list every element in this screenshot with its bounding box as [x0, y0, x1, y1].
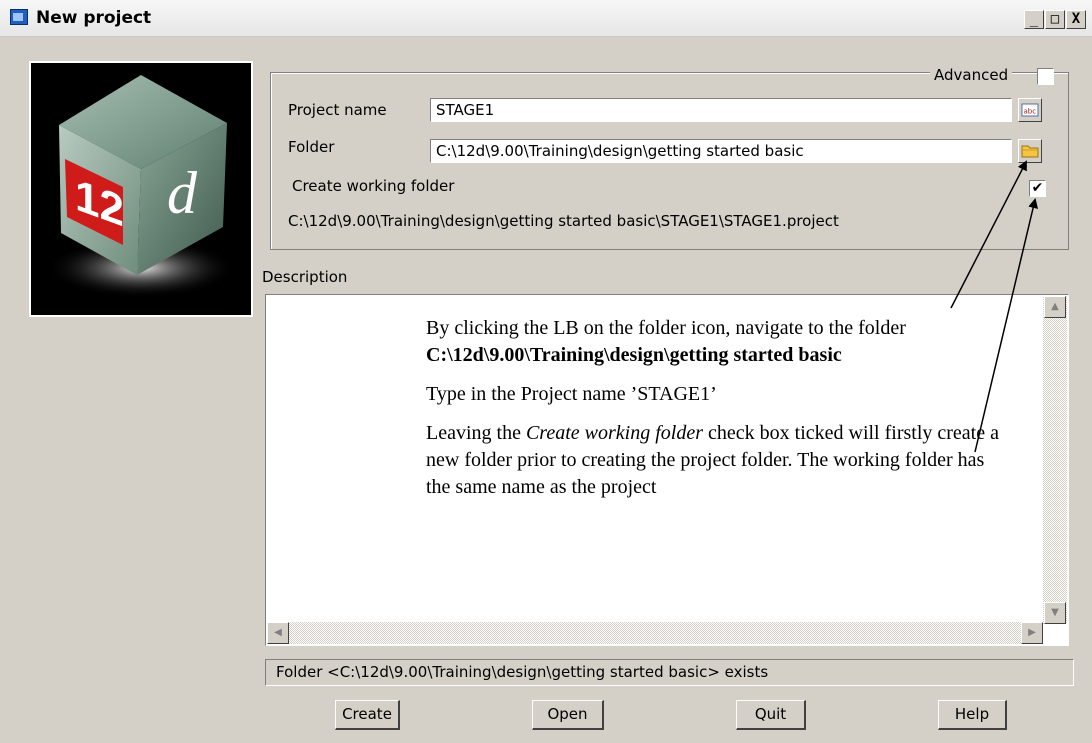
description-text: By clicking the LB on the folder icon, n… — [426, 315, 1006, 513]
open-button[interactable]: Open — [532, 700, 604, 730]
description-paragraph-2: Type in the Project name ’STAGE1’ — [426, 383, 717, 405]
description-para3-prefix: Leaving the — [426, 422, 526, 444]
description-para1-text: By clicking the LB on the folder icon, n… — [426, 317, 906, 339]
horizontal-scrollbar[interactable]: ◀ ▶ — [267, 622, 1043, 644]
new-project-dialog: New project _ □ X 12 d Advanced Project … — [0, 0, 1092, 743]
description-textarea[interactable]: By clicking the LB on the folder icon, n… — [265, 294, 1069, 646]
create-button[interactable]: Create — [335, 700, 400, 730]
status-message: Folder <C:\12d\9.00\Training\design\gett… — [265, 659, 1074, 686]
name-picker-button[interactable]: abc — [1018, 98, 1042, 122]
window-title: New project — [36, 8, 152, 28]
folder-input[interactable]: C:\12d\9.00\Training\design\getting star… — [430, 139, 1012, 163]
project-name-input[interactable]: STAGE1 — [430, 98, 1012, 122]
scroll-right-arrow-icon[interactable]: ▶ — [1021, 622, 1043, 644]
description-paragraph-3: Leaving the Create working folder check … — [426, 420, 1006, 501]
logo: 12 d — [29, 61, 253, 317]
description-label: Description — [262, 268, 348, 286]
folder-picker-button[interactable] — [1018, 139, 1042, 163]
folder-icon — [1021, 145, 1039, 158]
vertical-scrollbar[interactable]: ▲ ▼ — [1043, 296, 1067, 624]
advanced-label: Advanced — [930, 66, 1013, 84]
create-working-folder-checkbox[interactable]: ✔ — [1029, 180, 1046, 197]
close-button[interactable]: X — [1066, 10, 1086, 29]
logo-text-d: d — [167, 160, 198, 226]
advanced-checkbox[interactable] — [1037, 68, 1054, 85]
abc-text-icon: abc — [1021, 103, 1039, 117]
folder-label: Folder — [288, 138, 335, 156]
help-button[interactable]: Help — [938, 700, 1007, 730]
svg-text:abc: abc — [1024, 108, 1037, 116]
maximize-button[interactable]: □ — [1045, 10, 1065, 29]
create-working-folder-label: Create working folder — [292, 177, 455, 195]
quit-button[interactable]: Quit — [736, 700, 806, 730]
title-bar[interactable]: New project _ □ X — [0, 0, 1092, 37]
scroll-up-arrow-icon[interactable]: ▲ — [1044, 296, 1066, 318]
project-name-label: Project name — [288, 101, 387, 119]
logo-cube-icon: 12 d — [46, 75, 236, 298]
minimize-button[interactable]: _ — [1024, 10, 1044, 29]
description-para3-italic: Create working folder — [525, 422, 703, 444]
description-paragraph-1: By clicking the LB on the folder icon, n… — [426, 315, 1006, 369]
description-para1-bold: C:\12d\9.00\Training\design\getting star… — [426, 344, 842, 366]
scroll-down-arrow-icon[interactable]: ▼ — [1044, 602, 1066, 624]
project-file-path: C:\12d\9.00\Training\design\getting star… — [288, 212, 839, 230]
app-icon[interactable] — [10, 9, 28, 25]
scroll-left-arrow-icon[interactable]: ◀ — [267, 622, 289, 644]
